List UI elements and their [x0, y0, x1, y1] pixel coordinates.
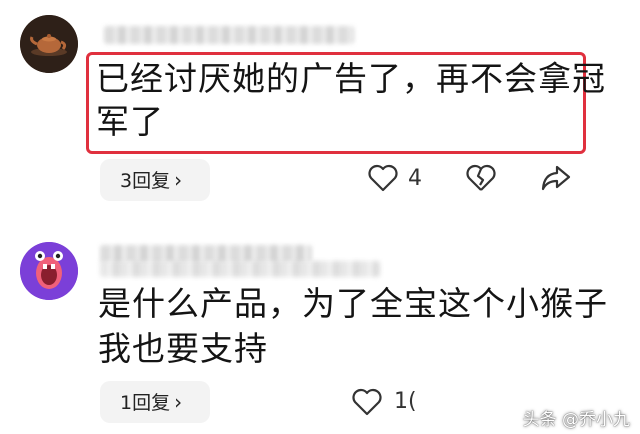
comment-text-line2: 军了 [96, 102, 164, 141]
comment-text-line1: 已经讨厌她的广告了，再不会拿冠 [96, 59, 606, 98]
chevron-right-icon: › [174, 390, 183, 414]
monster-avatar-image [20, 242, 78, 300]
teapot-avatar-image [20, 15, 78, 73]
comment-item: 是什么产品，为了全宝这个小猴子 我也要支持 1回复 › 1( [0, 215, 640, 434]
replies-button[interactable]: 1回复 › [100, 381, 210, 423]
replies-button[interactable]: 3回复 › [100, 159, 210, 201]
comment-text-line2: 我也要支持 [98, 329, 268, 368]
heart-icon[interactable] [352, 388, 382, 420]
share-arrow-icon[interactable] [540, 164, 572, 196]
broken-heart-icon[interactable] [466, 164, 496, 196]
watermark: 头条 @乔小九 [522, 410, 630, 430]
avatar[interactable] [20, 242, 78, 300]
comment-text-line1: 是什么产品，为了全宝这个小猴子 [98, 284, 608, 323]
like-count: 4 [408, 166, 422, 191]
avatar[interactable] [20, 15, 78, 73]
replies-label: 3回复 [120, 170, 171, 192]
chevron-right-icon: › [174, 168, 183, 192]
comment-meta-blurred [100, 261, 380, 277]
username-blurred [104, 26, 354, 44]
replies-label: 1回复 [120, 392, 171, 414]
like-count: 1( [394, 389, 417, 414]
comment-item: 已经讨厌她的广告了，再不会拿冠 军了 3回复 › 4 [0, 0, 640, 210]
heart-icon[interactable] [368, 164, 398, 196]
